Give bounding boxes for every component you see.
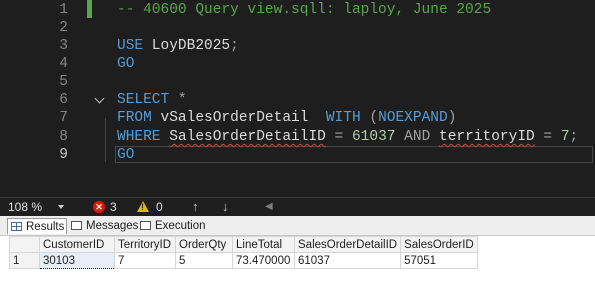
grid-cell[interactable]: 57051 <box>400 252 478 269</box>
execution-plan-icon <box>140 221 151 230</box>
tab-results-label: Results <box>26 221 65 233</box>
code-text: GO <box>117 146 134 164</box>
line-number: 1 <box>59 2 68 18</box>
code-token: WITH <box>325 110 361 126</box>
query-status-bar: 108 % ✕ 3 ! 0 ↑ ↓ ◀ <box>0 197 595 217</box>
code-token: ( <box>360 110 379 126</box>
results-pane: Results Messages Execution plan Customer… <box>0 216 595 298</box>
grid-cell[interactable]: 7 <box>114 252 176 269</box>
warning-icon-mark: ! <box>141 202 144 212</box>
code-token: = <box>325 129 352 145</box>
zoom-dropdown-icon[interactable] <box>58 205 64 209</box>
code-line[interactable]: 5 <box>0 73 595 91</box>
code-token: AND <box>395 129 439 145</box>
warning-count[interactable]: 0 <box>156 200 163 214</box>
tab-execution-plan[interactable]: Execution plan <box>137 218 230 248</box>
line-number: 3 <box>59 38 68 54</box>
code-text: SELECT * <box>117 91 187 109</box>
code-token: SalesOrderDetailID <box>169 129 326 145</box>
code-line[interactable]: 6 SELECT * <box>0 91 595 109</box>
code-token: ) <box>447 110 457 126</box>
column-header[interactable]: LineTotal <box>232 236 295 253</box>
code-token: GO <box>117 147 135 163</box>
code-token: USE <box>117 38 144 54</box>
code-token: territoryID <box>439 129 535 145</box>
code-token: LoyDB2025 <box>143 38 231 54</box>
code-token: NOEXPAND <box>378 110 448 126</box>
fold-chevron-icon[interactable] <box>94 93 105 104</box>
error-count[interactable]: 3 <box>110 200 117 214</box>
code-token: GO <box>117 56 135 72</box>
arrow-up-icon[interactable]: ↑ <box>192 199 199 214</box>
column-header[interactable]: TerritoryID <box>114 236 176 253</box>
grid-header-row: CustomerID TerritoryID OrderQty LineTotal Sa… <box>9 236 478 253</box>
tab-messages-label: Messages <box>86 220 139 232</box>
results-grid-area[interactable]: CustomerID TerritoryID OrderQty LineTotal Sa… <box>0 236 595 298</box>
code-token: ; <box>569 129 579 145</box>
code-text: USE LoyDB2025; <box>117 37 239 55</box>
code-token: WHERE <box>117 129 161 145</box>
line-number: 2 <box>59 20 68 36</box>
grid-corner[interactable] <box>9 236 40 253</box>
grid-cell[interactable]: 73.470000 <box>232 252 295 269</box>
grid-cell[interactable]: 61037 <box>293 252 402 269</box>
code-token: FROM <box>117 110 152 126</box>
tab-messages[interactable]: Messages <box>68 218 139 234</box>
code-line[interactable]: 4 GO <box>0 55 595 73</box>
line-number: 6 <box>59 92 68 108</box>
code-line[interactable]: 1 -- 40600 Query view.sqll: laploy, June … <box>0 1 595 19</box>
code-line[interactable]: 8 WHERE SalesOrderDetailID = 61037 AND te… <box>0 128 595 146</box>
zoom-level[interactable]: 108 % <box>8 200 42 214</box>
code-token: = <box>534 129 561 145</box>
arrow-down-icon[interactable]: ↓ <box>222 199 229 214</box>
code-line[interactable]: 9 GO <box>0 146 595 164</box>
code-text: WHERE SalesOrderDetailID = 61037 AND ter… <box>117 128 578 146</box>
code-token: 7 <box>560 129 570 145</box>
code-text: -- 40600 Query view.sqll: laploy, June 2… <box>117 1 491 19</box>
error-icon[interactable]: ✕ <box>93 201 105 213</box>
table-row[interactable]: 1 30103 7 5 73.470000 61037 57051 <box>9 252 478 269</box>
code-text: GO <box>117 55 134 73</box>
column-header[interactable]: SalesOrderDetailID <box>293 236 402 253</box>
line-number: 5 <box>59 74 68 90</box>
code-token: SELECT <box>117 92 170 108</box>
code-token: * <box>169 92 187 108</box>
line-number: 8 <box>59 129 68 145</box>
code-line[interactable]: 3 USE LoyDB2025; <box>0 37 595 55</box>
scroll-left-icon[interactable]: ◀ <box>265 201 273 212</box>
code-token: vSalesOrderDetail <box>151 110 326 126</box>
column-header[interactable]: SalesOrderID <box>400 236 478 253</box>
row-number[interactable]: 1 <box>9 252 40 269</box>
messages-icon <box>71 221 82 230</box>
code-line[interactable]: 2 <box>0 19 595 37</box>
grid-cell[interactable]: 30103 <box>39 252 115 269</box>
tab-results[interactable]: Results <box>7 218 67 234</box>
grid-cell[interactable]: 5 <box>175 252 233 269</box>
line-number: 4 <box>59 56 68 72</box>
column-header[interactable]: CustomerID <box>39 236 115 253</box>
results-grid[interactable]: CustomerID TerritoryID OrderQty LineTotal Sa… <box>9 236 478 269</box>
code-text: FROM vSalesOrderDetail WITH (NOEXPAND) <box>117 109 456 127</box>
code-line[interactable]: 7 FROM vSalesOrderDetail WITH (NOEXPAND) <box>0 109 595 127</box>
code-token: 61037 <box>351 129 396 145</box>
results-tab-strip: Results Messages Execution plan <box>0 216 595 248</box>
column-header[interactable]: OrderQty <box>175 236 233 253</box>
code-token: ; <box>230 38 239 54</box>
grid-icon <box>11 222 22 231</box>
line-number: 7 <box>59 110 68 126</box>
code-token: -- 40600 Query view.sqll: laploy, June 2… <box>117 2 492 18</box>
sql-editor[interactable]: 1 -- 40600 Query view.sqll: laploy, June … <box>0 0 595 197</box>
line-number: 9 <box>59 147 68 163</box>
